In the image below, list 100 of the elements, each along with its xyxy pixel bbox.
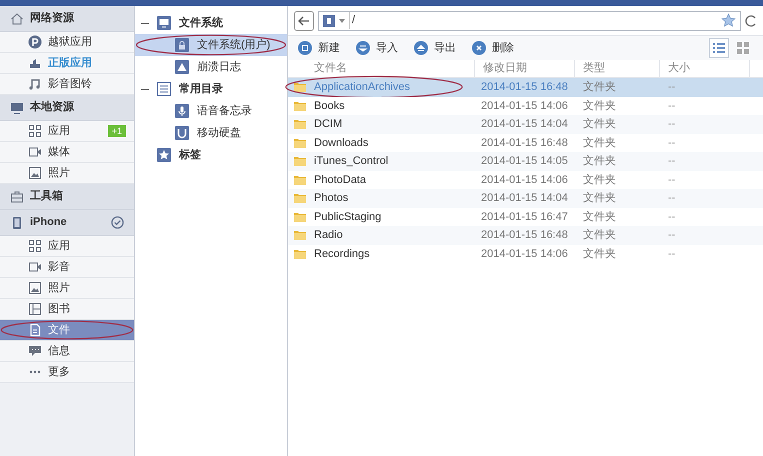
- file-name: Downloads: [314, 136, 368, 150]
- address-field[interactable]: /: [318, 10, 741, 30]
- address-path: /: [349, 12, 356, 29]
- sidebar-item[interactable]: 照片: [0, 163, 134, 184]
- video-camera-icon: [28, 260, 42, 274]
- home-icon: [10, 12, 24, 26]
- item-label: 影音: [48, 260, 70, 275]
- item-label: 正版应用: [48, 56, 92, 71]
- file-row[interactable]: iTunes_Control 2014-01-15 14:05 文件夹 --: [288, 152, 763, 170]
- folder-icon: [294, 81, 306, 94]
- tree-label: 标签: [179, 148, 201, 163]
- column-header[interactable]: 文件名: [288, 60, 475, 77]
- sidebar-item[interactable]: 应用: [0, 236, 134, 257]
- phone-icon: [10, 216, 24, 230]
- lock-icon: [175, 38, 189, 52]
- column-header[interactable]: 修改日期: [475, 60, 575, 77]
- folder-icon: [294, 100, 306, 112]
- modified-date: 2014-01-15 14:06: [480, 246, 569, 262]
- close-circle-icon: [472, 41, 486, 55]
- toolbox-icon: [10, 190, 24, 204]
- grid-icon: [28, 124, 42, 138]
- column-header[interactable]: 大小: [660, 60, 750, 77]
- sidebar-item[interactable]: 影音: [0, 257, 134, 278]
- sidebar-section-header[interactable]: 本地资源: [0, 95, 134, 121]
- star-icon[interactable]: [721, 13, 736, 28]
- sidebar-item[interactable]: 信息: [0, 341, 134, 362]
- file-size: --: [667, 136, 676, 150]
- file-type: 文件夹: [582, 210, 617, 224]
- item-label: 照片: [48, 166, 70, 181]
- file-name: Recordings: [314, 246, 370, 262]
- device-icon: [323, 14, 335, 26]
- music-note-icon: [28, 77, 42, 91]
- modified-date: 2014-01-15 16:47: [480, 210, 569, 224]
- file-size: --: [667, 246, 676, 262]
- file-size: --: [667, 98, 676, 114]
- list-view-button[interactable]: [709, 38, 729, 58]
- file-type: 文件夹: [582, 136, 617, 150]
- sidebar-item[interactable]: 照片: [0, 278, 134, 299]
- tree-label: 崩溃日志: [197, 60, 241, 75]
- sidebar-section-header[interactable]: iPhone: [0, 210, 134, 236]
- toolbar-button[interactable]: 删除: [472, 40, 514, 56]
- file-name: PhotoData: [314, 172, 366, 188]
- tree-node[interactable]: 移动硬盘: [135, 122, 287, 144]
- file-size: --: [667, 117, 676, 132]
- tree-node[interactable]: 常用目录: [135, 78, 287, 100]
- file-size: --: [667, 228, 676, 243]
- sidebar-item[interactable]: 媒体: [0, 142, 134, 163]
- section-title: iPhone: [30, 215, 67, 230]
- modified-date: 2014-01-15 14:04: [480, 117, 569, 132]
- tree-node[interactable]: 文件系统(用户): [135, 34, 287, 56]
- ellipsis-icon: [29, 370, 41, 374]
- file-size: --: [667, 154, 676, 169]
- section-title: 网络资源: [30, 10, 74, 26]
- file-type: 文件夹: [582, 172, 617, 188]
- video-camera-icon: [28, 145, 42, 159]
- sidebar-section-header[interactable]: 工具箱: [0, 184, 134, 210]
- list-icon: [157, 82, 171, 96]
- modified-date: 2014-01-15 14:06: [480, 172, 569, 188]
- sidebar-item[interactable]: 图书: [0, 299, 134, 320]
- list-icon: [713, 43, 725, 53]
- file-row[interactable]: DCIM 2014-01-15 14:04 文件夹 --: [288, 115, 763, 134]
- file-row[interactable]: Radio 2014-01-15 16:48 文件夹 --: [288, 226, 763, 244]
- star-icon: [157, 148, 171, 162]
- tree-node[interactable]: 文件系统: [135, 12, 287, 34]
- tree-node[interactable]: 崩溃日志: [135, 56, 287, 78]
- back-arrow-icon: [298, 16, 310, 26]
- tree-label: 移动硬盘: [197, 126, 241, 141]
- dropdown-caret-icon[interactable]: [339, 18, 345, 22]
- file-type: 文件夹: [582, 190, 617, 206]
- back-button[interactable]: [294, 10, 314, 30]
- microphone-icon: [175, 104, 189, 118]
- folder-icon: [294, 248, 306, 260]
- tree-label: 语音备忘录: [197, 104, 252, 119]
- item-label: 文件: [48, 322, 70, 338]
- file-name: iTunes_Control: [314, 154, 388, 169]
- file-size: --: [667, 80, 676, 95]
- file-row[interactable]: Photos 2014-01-15 14:04 文件夹 --: [288, 189, 763, 208]
- p-logo-icon: [28, 35, 42, 49]
- item-label: 应用: [48, 124, 70, 139]
- refresh-icon[interactable]: [745, 14, 757, 28]
- file-type: 文件夹: [582, 154, 617, 169]
- download-circle-icon: [356, 41, 370, 55]
- tree-node[interactable]: 语音备忘录: [135, 100, 287, 122]
- sidebar-item[interactable]: 应用 +1: [0, 121, 134, 142]
- file-type: 文件夹: [582, 98, 617, 114]
- item-label: 影音图铃: [48, 76, 92, 92]
- sidebar-section-header[interactable]: 网络资源: [0, 6, 134, 32]
- sidebar-item[interactable]: 更多: [0, 362, 134, 383]
- sidebar-item[interactable]: 影音图铃: [0, 74, 134, 95]
- toolbar-button[interactable]: 导出: [414, 40, 456, 56]
- sidebar-item[interactable]: 越狱应用: [0, 32, 134, 53]
- book-icon: [29, 303, 41, 315]
- toolbar-button[interactable]: 新建: [298, 40, 340, 56]
- item-label: 信息: [48, 344, 70, 359]
- toolbar-button[interactable]: 导入: [356, 40, 398, 56]
- column-header[interactable]: 类型: [575, 60, 660, 77]
- tree-node[interactable]: 标签: [135, 144, 287, 166]
- file-type: 文件夹: [582, 80, 617, 95]
- folder-icon: [294, 192, 306, 204]
- file-type: 文件夹: [582, 116, 617, 132]
